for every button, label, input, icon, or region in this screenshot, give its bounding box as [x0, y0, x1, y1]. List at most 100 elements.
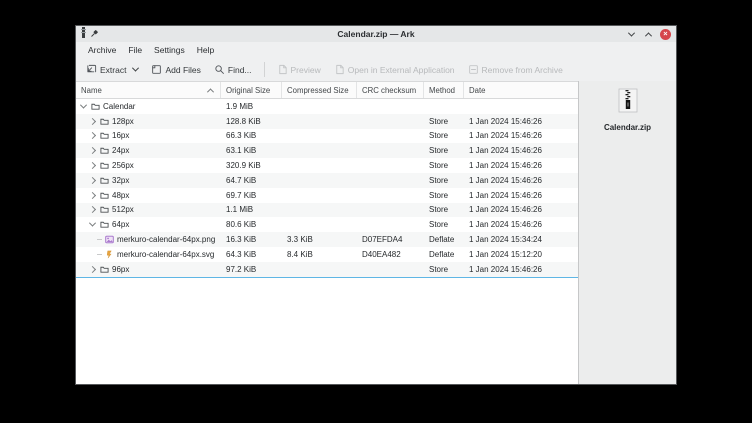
table-row[interactable]: 48px69.7 KiBStore1 Jan 2024 15:46:26: [76, 188, 578, 203]
date-cell: [464, 99, 578, 114]
method-cell: Deflate: [424, 232, 464, 247]
pin-icon[interactable]: [90, 25, 99, 43]
expander-icon[interactable]: [79, 104, 88, 109]
method-cell: Store: [424, 114, 464, 129]
method-cell: Store: [424, 217, 464, 232]
menu-settings[interactable]: Settings: [148, 45, 191, 55]
method-cell: Store: [424, 173, 464, 188]
table-row[interactable]: 96px97.2 KiBStore1 Jan 2024 15:46:26: [76, 262, 578, 278]
entry-name: 24px: [112, 146, 129, 155]
compressed-size-cell: [282, 173, 357, 188]
column-header-original-size[interactable]: Original Size: [221, 82, 282, 98]
content-area: NameOriginal SizeCompressed Size CRC chec…: [76, 81, 676, 384]
chevron-down-icon[interactable]: [132, 65, 139, 72]
table-row[interactable]: merkuro-calendar-64px.png16.3 KiB3.3 KiB…: [76, 232, 578, 247]
entry-name: 16px: [112, 131, 129, 140]
method-cell: [424, 99, 464, 114]
name-cell: 16px: [76, 129, 221, 144]
crc-checksum-cell: [357, 129, 424, 144]
name-cell: 128px: [76, 114, 221, 129]
column-header-crc-checksum[interactable]: CRC checksum: [357, 82, 424, 98]
expander-icon[interactable]: [88, 178, 97, 183]
menu-archive[interactable]: Archive: [82, 45, 122, 55]
open-in-external-application-button: Open in External Application: [328, 61, 461, 78]
table-header: NameOriginal SizeCompressed Size CRC chec…: [76, 82, 578, 99]
column-header-method[interactable]: Method: [424, 82, 464, 98]
folder-icon: [100, 161, 109, 170]
entry-name: merkuro-calendar-64px.svg: [117, 250, 214, 259]
method-cell: Deflate: [424, 247, 464, 262]
original-size-cell: 1.9 MiB: [221, 99, 282, 114]
folder-icon: [91, 102, 100, 111]
table-row[interactable]: 64px80.6 KiBStore1 Jan 2024 15:46:26: [76, 217, 578, 232]
name-cell: 32px: [76, 173, 221, 188]
column-header-label: Date: [469, 86, 485, 95]
name-cell: 256px: [76, 158, 221, 173]
table-row[interactable]: Calendar 1.9 MiB: [76, 99, 578, 114]
expander-icon[interactable]: [88, 193, 97, 198]
table-row[interactable]: merkuro-calendar-64px.svg64.3 KiB8.4 KiB…: [76, 247, 578, 262]
archive-tree-view[interactable]: NameOriginal SizeCompressed Size CRC chec…: [76, 81, 578, 384]
name-cell: 24px: [76, 143, 221, 158]
table-row[interactable]: 24px63.1 KiBStore1 Jan 2024 15:46:26: [76, 143, 578, 158]
window-title: Calendar.zip — Ark: [76, 29, 676, 39]
date-cell: 1 Jan 2024 15:46:26: [464, 158, 578, 173]
titlebar-icons: [81, 25, 99, 43]
add-files-button[interactable]: Add Files: [145, 61, 206, 78]
original-size-cell: 63.1 KiB: [221, 143, 282, 158]
expander-icon[interactable]: [88, 133, 97, 138]
menu-file[interactable]: File: [122, 45, 148, 55]
maximize-button[interactable]: [643, 29, 654, 40]
minimize-button[interactable]: [626, 29, 637, 40]
crc-checksum-cell: [357, 203, 424, 218]
table-row[interactable]: 256px320.9 KiBStore1 Jan 2024 15:46:26: [76, 158, 578, 173]
find-button[interactable]: Find...: [208, 61, 258, 78]
sort-ascending-icon: [207, 88, 214, 95]
crc-checksum-cell: [357, 114, 424, 129]
tree-connector: [97, 239, 102, 240]
name-cell: 48px: [76, 188, 221, 203]
expander-icon[interactable]: [88, 222, 97, 227]
compressed-size-cell: [282, 217, 357, 232]
date-cell: 1 Jan 2024 15:46:26: [464, 217, 578, 232]
folder-icon: [100, 146, 109, 155]
date-cell: 1 Jan 2024 15:46:26: [464, 262, 578, 277]
name-cell: 96px: [76, 262, 221, 277]
expander-icon[interactable]: [88, 267, 97, 272]
expander-icon[interactable]: [88, 119, 97, 124]
archive-file-name: Calendar.zip: [604, 123, 651, 132]
crc-checksum-cell: [357, 158, 424, 173]
compressed-size-cell: [282, 99, 357, 114]
name-cell: Calendar: [76, 99, 221, 114]
date-cell: 1 Jan 2024 15:46:26: [464, 173, 578, 188]
folder-icon: [100, 176, 109, 185]
column-header-label: CRC checksum: [362, 86, 416, 95]
compressed-size-cell: [282, 158, 357, 173]
menu-help[interactable]: Help: [191, 45, 220, 55]
method-cell: Store: [424, 143, 464, 158]
date-cell: 1 Jan 2024 15:46:26: [464, 203, 578, 218]
table-row[interactable]: 128px128.8 KiBStore1 Jan 2024 15:46:26: [76, 114, 578, 129]
expander-icon[interactable]: [88, 207, 97, 212]
table-row[interactable]: 32px64.7 KiBStore1 Jan 2024 15:46:26: [76, 173, 578, 188]
expander-icon[interactable]: [88, 148, 97, 153]
original-size-cell: 1.1 MiB: [221, 203, 282, 218]
method-cell: Store: [424, 188, 464, 203]
table-row[interactable]: 512px1.1 MiBStore1 Jan 2024 15:46:26: [76, 203, 578, 218]
table-rows: Calendar 1.9 MiB128px128.8 KiBStore1 Jan …: [76, 99, 578, 384]
table-row[interactable]: 16px66.3 KiBStore1 Jan 2024 15:46:26: [76, 129, 578, 144]
column-header-date[interactable]: Date: [464, 82, 578, 98]
titlebar[interactable]: Calendar.zip — Ark ×: [76, 26, 676, 42]
expander-icon[interactable]: [88, 163, 97, 168]
crc-checksum-cell: [357, 143, 424, 158]
entry-name: 256px: [112, 161, 134, 170]
close-button[interactable]: ×: [660, 29, 671, 40]
column-header-compressed-size[interactable]: Compressed Size: [282, 82, 357, 98]
entry-name: Calendar: [103, 102, 135, 111]
crc-checksum-cell: [357, 188, 424, 203]
folder-icon: [100, 131, 109, 140]
column-header-name[interactable]: Name: [76, 82, 221, 98]
preview-icon: [277, 64, 288, 75]
extract-button[interactable]: Extract: [80, 61, 144, 78]
compressed-size-cell: [282, 188, 357, 203]
